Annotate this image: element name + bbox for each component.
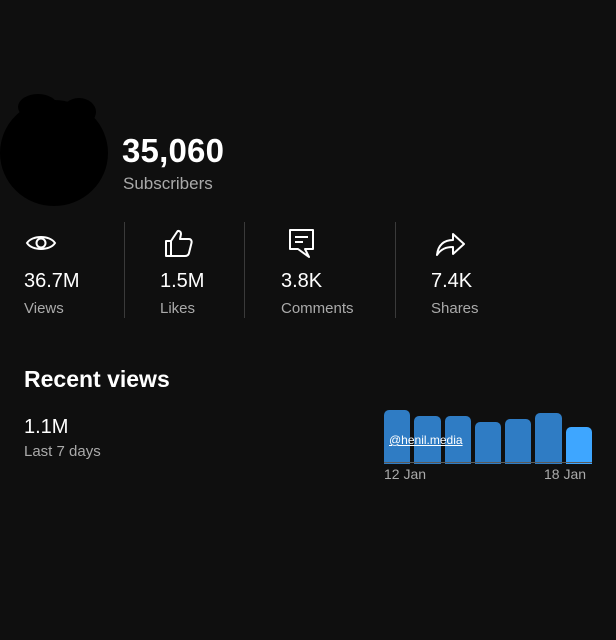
stat-shares[interactable]: 7.4K Shares <box>431 222 521 320</box>
chart-end-date: 18 Jan <box>544 466 587 482</box>
stat-divider <box>124 222 125 318</box>
stat-comments[interactable]: 3.8K Comments <box>281 222 381 320</box>
chart-bar <box>505 419 532 464</box>
recent-views-value: 1.1M <box>24 416 69 438</box>
stat-likes[interactable]: 1.5M Likes <box>160 222 240 320</box>
chart-bar <box>474 422 502 464</box>
stat-value: 7.4K <box>431 270 473 292</box>
stat-value: 1.5M <box>160 270 205 292</box>
chart-start-date: 12 Jan <box>384 466 427 482</box>
subscriber-label: Subscribers <box>123 174 213 193</box>
stat-label: Comments <box>281 300 354 317</box>
stat-label: Views <box>24 300 64 317</box>
stat-label: Shares <box>431 300 479 317</box>
stats-row: 36.7M Views 1.5M Likes 3.8K Comments 7.4… <box>0 222 616 320</box>
chart-bar <box>535 412 562 464</box>
avatar-shape <box>18 94 58 120</box>
stat-value: 36.7M <box>24 270 80 292</box>
analytics-screen: 35,060 Subscribers 36.7M Views 1.5M Like… <box>0 0 616 640</box>
stat-views[interactable]: 36.7M Views <box>24 222 120 320</box>
recent-views-period: Last 7 days <box>24 443 101 460</box>
stat-divider <box>395 222 396 318</box>
share-arrow-icon <box>436 233 465 256</box>
stat-value: 3.8K <box>281 270 323 292</box>
recent-views-title: Recent views <box>24 366 170 392</box>
avatar-shape <box>62 98 96 126</box>
eye-icon <box>25 236 57 250</box>
channel-avatar[interactable] <box>0 94 108 206</box>
thumbs-up-icon <box>165 229 193 257</box>
chart-baseline <box>384 462 592 463</box>
stat-divider <box>244 222 245 318</box>
comment-icon <box>289 229 314 258</box>
stat-label: Likes <box>160 300 196 317</box>
subscriber-count: 35,060 <box>122 132 225 169</box>
watermark-label: @henil.media <box>389 433 463 447</box>
chart-bar <box>565 427 592 464</box>
